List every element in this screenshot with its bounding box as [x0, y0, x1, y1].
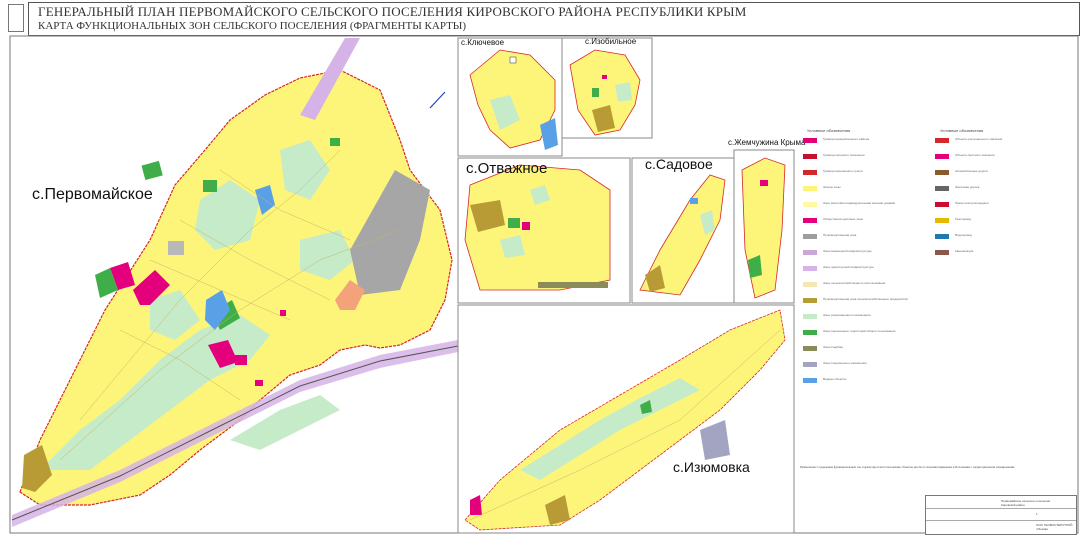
zhemchuzhina-map: [733, 149, 795, 304]
legend-heading-right: Условные обозначения: [940, 128, 984, 133]
otvazhnoe-map: [457, 157, 631, 304]
legend-label: Водопровод: [955, 234, 972, 237]
legend-swatch: [803, 202, 817, 207]
legend-swatch: [935, 234, 949, 239]
legend-label: Зоны рекреационного назначения: [823, 314, 871, 317]
label-zhemchuzhina: с.Жемчужина Крыма: [728, 138, 806, 147]
legend-label: Канализация: [955, 250, 974, 253]
legend-label: Жилые зоны: [823, 186, 841, 189]
legend-label: Объекты регионального значения: [955, 138, 1003, 141]
legend-label: Водные объекты: [823, 378, 847, 381]
stamp-sheet: 1: [1036, 512, 1038, 516]
legend-label: Производственная зона сельскохозяйственн…: [823, 298, 908, 301]
legend-label: Газопровод: [955, 218, 971, 221]
legend-label: Зона озелененных территорий общего польз…: [823, 330, 896, 333]
label-sadovoe: с.Садовое: [645, 156, 713, 172]
legend-swatch: [803, 138, 817, 143]
legend-label: Линии электропередачи: [955, 202, 989, 205]
legend-swatch: [803, 250, 817, 255]
legend-label: Объекты местного значения: [955, 154, 995, 157]
map-legend: Условные обозначения Условные обозначени…: [795, 128, 1080, 458]
legend-swatch: [803, 170, 817, 175]
legend-label: Производственная зона: [823, 234, 857, 237]
label-izyumovka: с.Изюмовка: [673, 459, 750, 475]
legend-label: Зона специального назначения: [823, 362, 867, 365]
legend-swatch: [935, 218, 949, 223]
label-otvazhnoe: с.Отважное: [466, 160, 548, 177]
legend-swatch: [803, 330, 817, 335]
stamp-city: г.Москва: [1036, 527, 1048, 531]
legend-label: Зона застройки индивидуальными жилыми до…: [823, 202, 896, 205]
title-stamp: Первомайское сельское поселение Кировски…: [925, 495, 1077, 535]
map-note: Примечание: Содержание функциональных зо…: [800, 465, 1015, 469]
legend-swatch: [803, 282, 817, 287]
label-klyuchevoe: с.Ключевое: [461, 38, 505, 47]
legend-label: Автомобильные дороги: [955, 170, 988, 173]
legend-swatch: [803, 218, 817, 223]
legend-swatch: [935, 154, 949, 159]
legend-heading-left: Условные обозначения: [807, 128, 851, 133]
legend-label: Железная дорога: [955, 186, 980, 189]
legend-swatch: [803, 154, 817, 159]
legend-swatch: [803, 266, 817, 271]
legend-swatch: [935, 138, 949, 143]
legend-swatch: [803, 314, 817, 319]
legend-swatch: [935, 250, 949, 255]
legend-swatch: [803, 298, 817, 303]
legend-swatch: [803, 362, 817, 367]
legend-swatch: [935, 170, 949, 175]
klyuchevoe-map: [457, 37, 563, 157]
pervomayskoe-map: [11, 38, 459, 532]
legend-label: Зоны сельскохозяйственного использования: [823, 282, 886, 285]
label-izobilnoe: с.Изобильное: [585, 37, 637, 46]
legend-label: Граница населенного пункта: [823, 170, 863, 173]
legend-label: Граница муниципального района: [823, 138, 870, 141]
label-pervomayskoe: с.Первомайское: [32, 186, 153, 203]
stamp-line2: Кировский район: [1001, 503, 1025, 507]
legend-label: Общественно-деловые зоны: [823, 218, 864, 221]
legend-label: Граница сельского поселения: [823, 154, 865, 157]
legend-swatch: [803, 378, 817, 383]
izyumovka-map: [457, 304, 795, 534]
legend-label: Зона кладбищ: [823, 346, 844, 349]
legend-swatch: [803, 346, 817, 351]
izobilnoe-map: [561, 37, 653, 139]
legend-swatch: [803, 186, 817, 191]
legend-swatch: [935, 186, 949, 191]
legend-swatch: [803, 234, 817, 239]
legend-label: Зона транспортной инфраструктуры: [823, 266, 874, 269]
sadovoe-map: [631, 157, 735, 304]
legend-swatch: [935, 202, 949, 207]
legend-label: Зона инженерной инфраструктуры: [823, 250, 872, 253]
